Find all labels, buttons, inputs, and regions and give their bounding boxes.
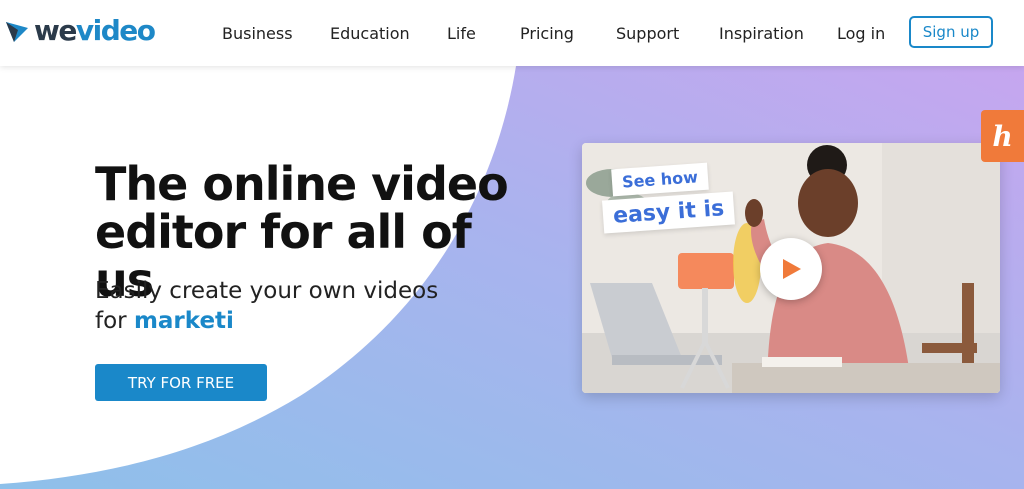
- try-for-free-button[interactable]: TRY FOR FREE: [95, 364, 267, 401]
- hero-subline-typed: marketi: [133, 308, 234, 334]
- signup-button[interactable]: Sign up: [909, 16, 993, 48]
- wevideo-logo-icon: [6, 22, 28, 42]
- nav-pricing[interactable]: Pricing: [520, 24, 574, 43]
- logo-text-video: video: [75, 14, 156, 47]
- play-icon: [783, 259, 801, 279]
- wevideo-logo[interactable]: wevideo: [4, 11, 156, 51]
- nav-support[interactable]: Support: [616, 24, 679, 43]
- hero-subline-for: for: [95, 308, 127, 334]
- help-badge-letter: h: [992, 119, 1013, 153]
- help-badge[interactable]: h: [981, 110, 1024, 162]
- hero-subline-prefix: Easily create your own videos: [95, 278, 439, 304]
- nav-education[interactable]: Education: [330, 24, 410, 43]
- nav-login[interactable]: Log in: [837, 24, 885, 43]
- logo-wordmark: wevideo: [34, 14, 156, 47]
- logo-text-we: we: [34, 14, 77, 47]
- play-button[interactable]: [760, 238, 822, 300]
- hero-subline: Easily create your own videos for market…: [95, 276, 515, 336]
- nav-inspiration[interactable]: Inspiration: [719, 24, 804, 43]
- site-header: wevideo Business Education Life Pricing …: [0, 0, 1024, 66]
- nav-business[interactable]: Business: [222, 24, 293, 43]
- nav-life[interactable]: Life: [447, 24, 476, 43]
